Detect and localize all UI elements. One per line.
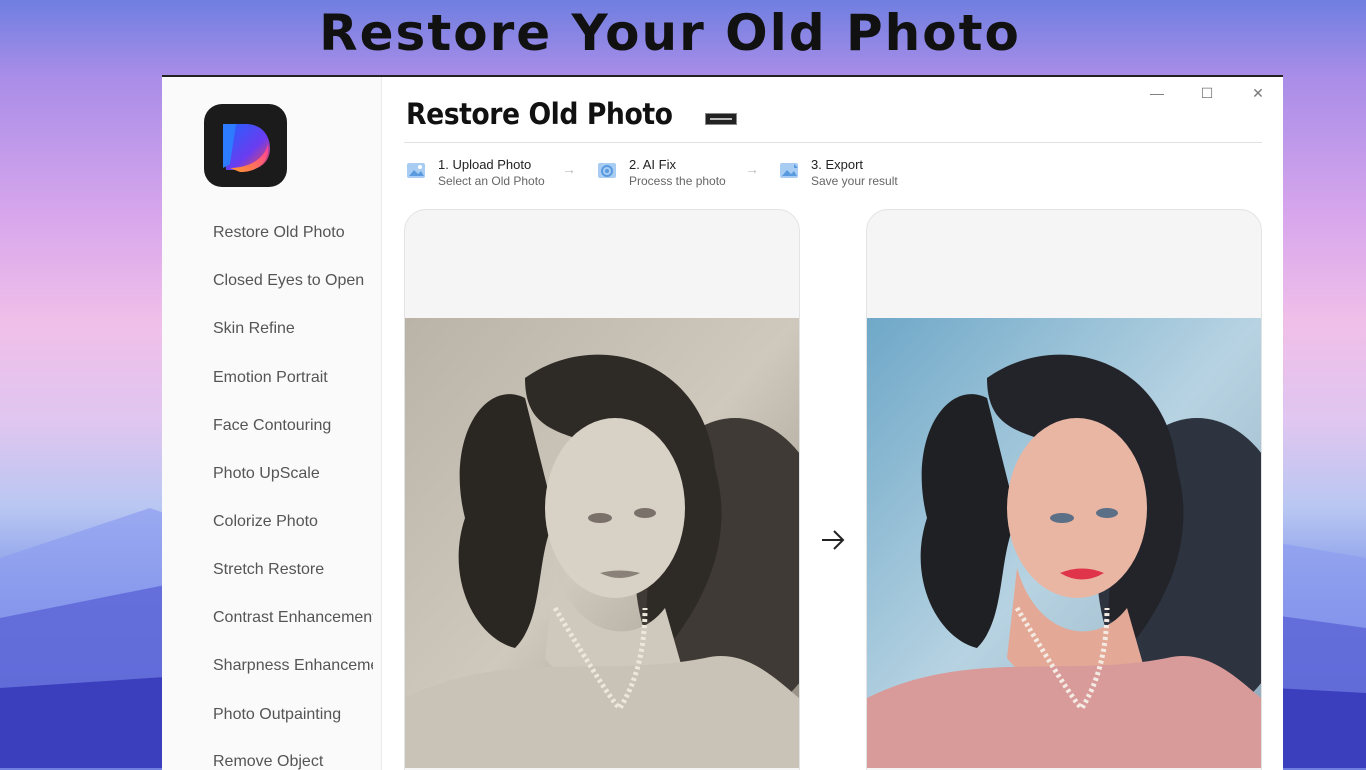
restored-color-photo — [867, 318, 1261, 768]
sidebar-item-contrast-enhancement[interactable]: Contrast Enhancement — [213, 609, 373, 627]
export-icon — [780, 163, 798, 178]
main-content: Restore Old Photo — ☐ ✕ 1. Upload Photo … — [382, 77, 1283, 770]
step-arrow-2: → — [745, 161, 759, 177]
sidebar-item-remove-object[interactable]: Remove Object — [213, 753, 373, 770]
ai-fix-icon — [598, 163, 616, 178]
step-ai-fix-title: 2. AI Fix — [629, 157, 676, 172]
maximize-button[interactable]: ☐ — [1192, 85, 1222, 107]
before-photo-panel[interactable] — [404, 209, 800, 770]
sidebar-item-face-contouring[interactable]: Face Contouring — [213, 417, 373, 435]
step-upload-subtitle: Select an Old Photo — [438, 174, 545, 188]
close-button[interactable]: ✕ — [1243, 85, 1273, 107]
sidebar-item-photo-upscale[interactable]: Photo UpScale — [213, 465, 373, 483]
original-old-photo — [405, 318, 799, 768]
step-export-title: 3. Export — [811, 157, 864, 172]
step-ai-fix-subtitle: Process the photo — [629, 174, 726, 188]
step-ai-fix: 2. AI Fix Process the photo — [597, 155, 747, 191]
sidebar-item-closed-eyes-to-open[interactable]: Closed Eyes to Open — [213, 272, 373, 290]
app-logo-icon — [223, 124, 270, 172]
step-export: 3. Export Save your result — [779, 155, 929, 191]
after-photo-panel[interactable] — [866, 209, 1262, 770]
sidebar-item-stretch-restore[interactable]: Stretch Restore — [213, 561, 373, 579]
app-window: Restore Old Photo Closed Eyes to Open Sk… — [162, 75, 1283, 770]
upload-photo-icon — [407, 163, 425, 178]
page-title: Restore Old Photo — [406, 97, 673, 131]
title-chip — [705, 113, 737, 125]
sidebar-item-emotion-portrait[interactable]: Emotion Portrait — [213, 369, 373, 387]
sidebar-item-sharpness-enhancement[interactable]: Sharpness Enhancement — [213, 657, 373, 675]
step-upload-title: 1. Upload Photo — [438, 157, 532, 172]
app-logo — [204, 104, 287, 187]
sidebar-item-photo-outpainting[interactable]: Photo Outpainting — [213, 706, 373, 724]
arrow-right-icon — [822, 530, 845, 550]
sidebar-item-colorize-photo[interactable]: Colorize Photo — [213, 513, 373, 531]
sidebar: Restore Old Photo Closed Eyes to Open Sk… — [162, 77, 382, 770]
minimize-button[interactable]: — — [1142, 85, 1172, 107]
sidebar-item-restore-old-photo[interactable]: Restore Old Photo — [213, 224, 373, 242]
step-upload: 1. Upload Photo Select an Old Photo — [406, 155, 566, 191]
banner-title: Restore Your Old Photo — [319, 4, 1021, 62]
step-export-subtitle: Save your result — [811, 174, 898, 188]
header-divider — [404, 142, 1262, 143]
step-arrow-1: → — [562, 161, 576, 177]
sidebar-item-skin-refine[interactable]: Skin Refine — [213, 320, 373, 338]
